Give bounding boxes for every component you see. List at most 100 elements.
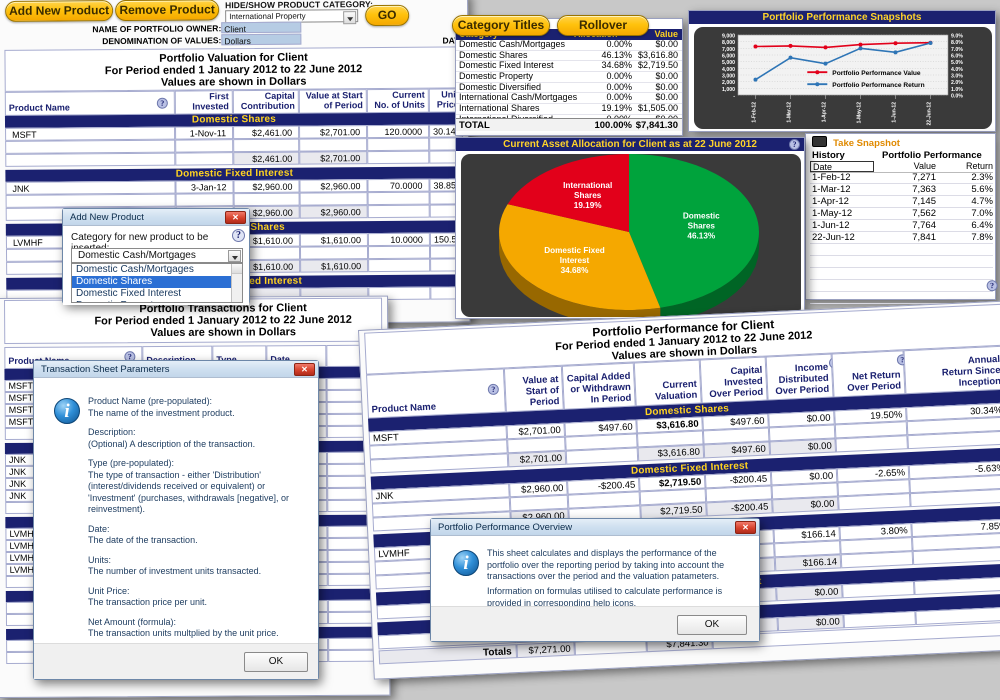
svg-text:2,000: 2,000: [722, 80, 735, 86]
history-date: 1-Jun-12: [812, 220, 850, 231]
table-cell: $497.60: [703, 441, 771, 459]
history-return: 7.0%: [971, 208, 993, 219]
toolbar: Add New Product Remove Product HIDE/SHOW…: [0, 0, 467, 27]
take-snapshot-button[interactable]: Take Snapshot: [812, 136, 900, 149]
svg-text:8.0%: 8.0%: [951, 40, 963, 46]
table-cell: $166.14: [774, 554, 842, 572]
paragraph-heading: Description:: [88, 427, 136, 437]
svg-text:46.13%: 46.13%: [687, 232, 715, 241]
history-row: 1-May-12 7,562 7.0%: [810, 208, 993, 220]
table-cell: 3-Jan-12: [175, 180, 234, 194]
info-icon: i: [54, 398, 80, 424]
col-current-units: Current No. of Units: [374, 89, 425, 111]
dialog-paragraph: Units: The number of investment units tra…: [88, 555, 312, 578]
svg-text:Shares: Shares: [574, 191, 602, 200]
col-capital-contribution: Capital Contribution: [240, 90, 295, 112]
rollover-button[interactable]: Rollover: [557, 15, 649, 36]
history-value: 7,271: [912, 172, 936, 183]
paragraph-body: The date of the transaction.: [88, 535, 198, 545]
snapshot-chart-plot: -1,000 2,000 3,000 4,000 5,000 6,000 7,000 8,00…: [694, 27, 992, 129]
help-icon[interactable]: ?: [156, 97, 168, 109]
table-cell: $2,701.00: [299, 125, 368, 139]
category-combo-value: Domestic Cash/Mortgages: [78, 250, 196, 261]
svg-text:22-Jun-12: 22-Jun-12: [927, 102, 933, 126]
performance-label: Portfolio Performance: [882, 150, 982, 161]
add-new-product-button[interactable]: Add New Product: [5, 0, 114, 22]
allocation-category: International Cash/Mortgages: [459, 92, 578, 103]
history-value: 7,145: [912, 196, 936, 207]
snapshot-history-panel: Take Snapshot History Portfolio Performa…: [805, 133, 996, 352]
chevron-down-icon[interactable]: [228, 250, 241, 262]
dialog-body: i This sheet calculates and displays the…: [431, 536, 759, 609]
allocation-value: $0.00: [655, 39, 678, 49]
listbox-option[interactable]: Domestic Property: [72, 300, 242, 302]
close-icon[interactable]: ✕: [294, 363, 315, 376]
table-cell: [175, 139, 234, 153]
table-cell: 10.0000: [367, 232, 430, 247]
history-head: History Portfolio Performance: [810, 150, 993, 161]
table-cell: $0.00: [769, 438, 837, 456]
help-icon[interactable]: ?: [789, 139, 800, 150]
close-icon[interactable]: ✕: [225, 211, 246, 224]
help-icon[interactable]: ?: [986, 279, 998, 292]
table-cell: [175, 193, 234, 207]
totals-start-cell: $7,271.00: [516, 641, 575, 659]
dialog-titlebar: Transaction Sheet Parameters ✕: [34, 361, 318, 378]
table-cell: $0.00: [772, 496, 839, 514]
help-icon[interactable]: ?: [232, 229, 245, 242]
history-date: 1-Apr-12: [812, 196, 849, 207]
transaction-sheet-parameters-dialog[interactable]: Transaction Sheet Parameters ✕ i Product…: [33, 360, 319, 680]
paragraph-body: (Optional) A description of the transact…: [88, 438, 256, 449]
ok-button[interactable]: OK: [244, 652, 308, 672]
history-return: 4.7%: [971, 196, 993, 207]
allocation-pct: 19.19%: [601, 103, 632, 114]
paragraph-heading: Units:: [88, 554, 112, 565]
svg-text:-: -: [733, 94, 735, 100]
history-date: 1-Feb-12: [812, 172, 851, 183]
line-chart-svg: -1,0002,0003,0004,0005,0006,0007,0008,00…: [722, 34, 963, 126]
portfolio-performance-overview-dialog[interactable]: Portfolio Performance Overview ✕ i This …: [430, 518, 760, 642]
denomination-input[interactable]: Dollars: [221, 33, 302, 46]
listbox-option[interactable]: Domestic Fixed Interest: [72, 288, 242, 300]
table-cell: $2,960.00: [233, 179, 300, 194]
svg-text:Domestic: Domestic: [683, 212, 720, 221]
listbox-option[interactable]: Domestic Shares: [72, 276, 242, 288]
svg-text:1-Apr-12: 1-Apr-12: [822, 102, 828, 123]
add-new-product-dialog[interactable]: Add New Product ✕ Category for new produ…: [62, 208, 250, 305]
col-value-at-start: Value at Start of Period: [522, 373, 560, 409]
table-cell: [175, 152, 234, 166]
scrollbar[interactable]: [231, 264, 242, 302]
paragraph-heading: Net Amount (formula):: [88, 616, 177, 627]
svg-text:Shares: Shares: [688, 222, 716, 231]
svg-text:4,000: 4,000: [722, 67, 735, 73]
svg-text:9,000: 9,000: [722, 34, 735, 40]
category-listbox[interactable]: Domestic Cash/Mortgages Domestic Shares Do…: [71, 263, 243, 303]
allocation-pct: 0.00%: [606, 39, 632, 49]
transactions-subtitle: For Period ended 1 January 2012 to 22 Ju…: [94, 313, 352, 328]
owner-name-input[interactable]: Client: [221, 21, 302, 34]
dialog-paragraph: Unit Price: The transaction price per uni…: [88, 586, 312, 609]
valuation-note: Values are shown in Dollars: [160, 75, 307, 89]
close-icon[interactable]: ✕: [735, 521, 756, 534]
dialog-paragraph: Net Amount (formula): The transaction uni…: [88, 617, 312, 640]
table-cell: $2,701.00: [299, 151, 368, 165]
dialog-body: i Product Name (pre-populated): The name …: [34, 378, 318, 646]
help-icon[interactable]: ?: [487, 383, 500, 396]
ok-button[interactable]: OK: [677, 615, 747, 635]
listbox-option[interactable]: Domestic Cash/Mortgages: [72, 264, 242, 276]
remove-product-button[interactable]: Remove Product: [115, 0, 220, 22]
category-combo[interactable]: Domestic Cash/Mortgages: [71, 248, 243, 263]
scroll-up-arrow[interactable]: [232, 264, 242, 274]
category-titles-button[interactable]: Category Titles: [452, 15, 550, 36]
table-cell: [233, 192, 300, 207]
allocation-value: $1,505.00: [637, 103, 678, 114]
allocation-total-label: TOTAL: [459, 120, 490, 131]
history-row: 22-Jun-12 7,841 7.8%: [810, 232, 993, 244]
history-col-value: Value: [913, 161, 936, 171]
history-row: 1-Feb-12 7,271 2.3%: [810, 172, 993, 184]
denomination-label: DENOMINATION OF VALUES:: [102, 35, 222, 47]
dialog-paragraph: Type (pre-populated): The type of transac…: [88, 458, 312, 516]
history-return: 6.4%: [971, 220, 993, 231]
svg-text:7.0%: 7.0%: [951, 47, 963, 53]
table-cell: -$200.45: [706, 499, 773, 517]
